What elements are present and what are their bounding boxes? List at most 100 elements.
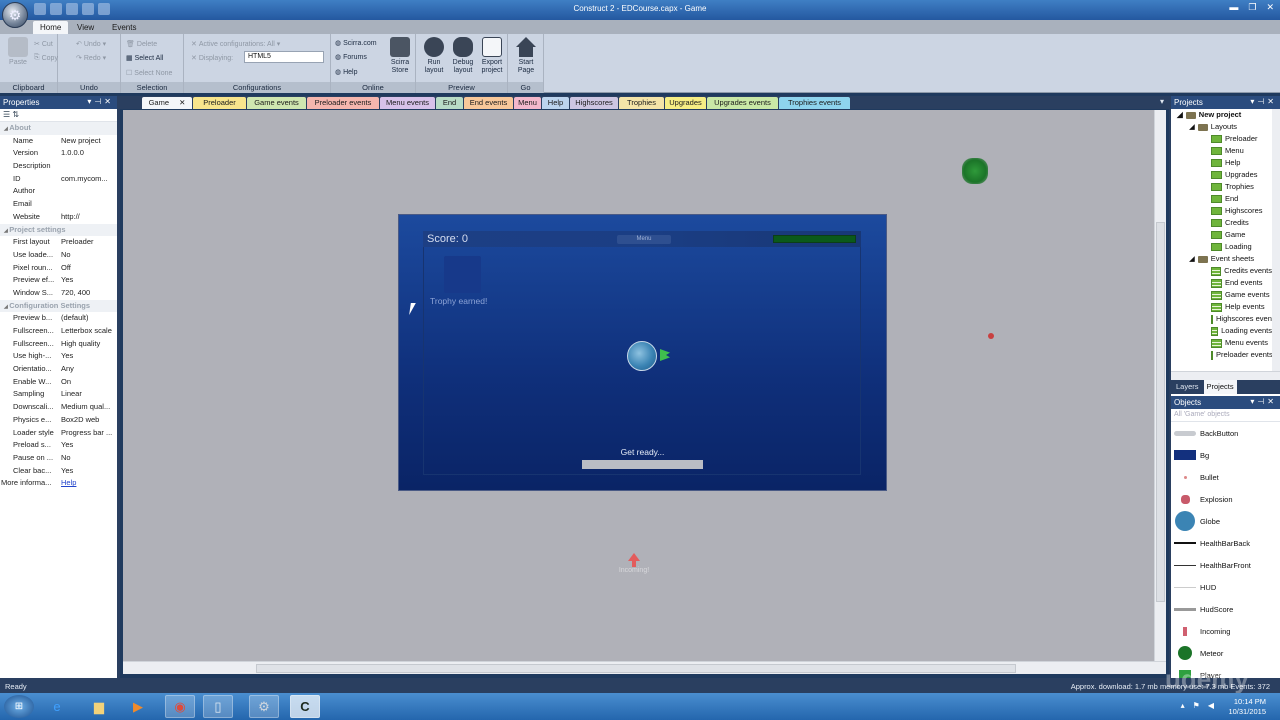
tab-projects[interactable]: Projects [1203,380,1237,394]
tab-preloader[interactable]: Preloader [193,97,246,109]
property-value[interactable]: com.mycom... [61,173,117,186]
incoming-sprite[interactable]: Incoming! [614,553,654,574]
close-icon[interactable]: ✕ [1266,2,1274,13]
property-category[interactable]: About [0,122,117,135]
property-row[interactable]: Preload s... Yes [0,439,117,452]
close-icon[interactable]: ✕ [104,97,114,106]
tree-event-sheet-item[interactable]: Help events [1171,301,1272,313]
property-row[interactable]: Email [0,198,117,211]
tab-game-events[interactable]: Game events [247,97,306,109]
property-value[interactable]: No [61,249,117,262]
property-row[interactable]: Use high-... Yes [0,350,117,363]
property-row[interactable]: Preview b... (default) [0,312,117,325]
tray-expand-icon[interactable]: ▴ [1181,701,1185,710]
property-value[interactable]: Yes [61,350,117,363]
tree-layout-item[interactable]: Loading [1171,241,1272,253]
property-value[interactable]: (default) [61,312,117,325]
tree-layout-item[interactable]: Preloader [1171,133,1272,145]
tree-folder-event-sheets[interactable]: ◢ Event sheets [1171,253,1272,265]
tab-layers[interactable]: Layers [1173,380,1202,394]
globe-sprite[interactable] [627,341,657,371]
property-category[interactable]: Project settings [0,223,117,237]
categorized-icon[interactable]: ☰ [3,110,10,119]
tab-trophies[interactable]: Trophies [619,97,664,109]
property-value[interactable]: Preloader [61,236,117,249]
property-row[interactable]: Description [0,160,117,173]
tab-trophies-events[interactable]: Trophies events [779,97,850,109]
help-link[interactable]: ◍ Help [335,68,358,77]
objects-filter-input[interactable]: All 'Game' objects [1171,409,1280,422]
property-row[interactable]: Clear bac... Yes [0,465,117,478]
object-item[interactable]: Meteor [1171,642,1280,664]
expand-icon[interactable]: ◢ [1177,109,1183,121]
property-row[interactable]: Sampling Linear [0,388,117,401]
property-value[interactable]: Medium qual... [61,401,117,414]
tab-upgrades-events[interactable]: Upgrades events [707,97,778,109]
property-value[interactable]: New project [61,135,117,148]
tree-event-sheet-item[interactable]: Menu events [1171,337,1272,349]
property-row[interactable]: Pixel roun... Off [0,262,117,275]
object-item[interactable]: HudScore [1171,598,1280,620]
tab-list-chevron-icon[interactable]: ▾ [1160,97,1164,106]
tree-layout-item[interactable]: Help [1171,157,1272,169]
property-value[interactable]: Yes [61,274,117,287]
tree-event-sheet-item[interactable]: End events [1171,277,1272,289]
object-item[interactable]: HUD [1171,576,1280,598]
ribbon-tab-view[interactable]: View [70,21,101,34]
tree-layout-item[interactable]: Menu [1171,145,1272,157]
property-value[interactable]: Yes [61,465,117,478]
property-row[interactable]: Physics e... Box2D web [0,414,117,427]
property-row[interactable]: Enable W... On [0,376,117,389]
ribbon-tab-home[interactable]: Home [33,21,69,34]
scroll-thumb[interactable] [1156,222,1165,602]
tree-folder-layouts[interactable]: ◢ Layouts [1171,121,1272,133]
tab-menu-events[interactable]: Menu events [380,97,435,109]
tree-event-sheet-item[interactable]: Preloader events [1171,349,1272,361]
property-value[interactable]: No [61,452,117,465]
restore-icon[interactable]: ❐ [1248,2,1256,13]
property-row[interactable]: Version 1.0.0.0 [0,147,117,160]
tab-upgrades[interactable]: Upgrades [665,97,706,109]
pin-icon[interactable]: ⊣ [1257,397,1267,406]
flag-icon[interactable]: ⚑ [1193,701,1200,710]
ie-icon[interactable]: e [42,695,72,718]
start-button[interactable]: ⊞ [4,695,34,718]
property-row[interactable]: Fullscreen... Letterbox scale [0,325,117,338]
game-menu-button[interactable]: Menu [617,235,671,244]
cut-button[interactable]: ✂ Cut [34,40,53,49]
object-item[interactable]: Explosion [1171,488,1280,510]
ribbon-tab-events[interactable]: Events [105,21,143,34]
forums-link[interactable]: ◍ Forums [335,53,367,62]
object-item[interactable]: BackButton [1171,422,1280,444]
settings-gear-icon[interactable]: ⚙ [249,695,279,718]
explorer-icon[interactable]: ▆ [84,695,114,718]
property-row[interactable]: Pause on ... No [0,452,117,465]
tree-layout-item[interactable]: Trophies [1171,181,1272,193]
select-all-button[interactable]: ▦ Select All [126,54,163,63]
property-value[interactable]: 720, 400 [61,287,117,300]
property-row[interactable]: Window S... 720, 400 [0,287,117,300]
tree-layout-item[interactable]: End [1171,193,1272,205]
tree-horizontal-scrollbar[interactable] [1171,371,1280,380]
meteor-sprite[interactable] [962,158,988,184]
scirra-link[interactable]: ◍ Scirra.com [335,39,377,48]
tree-event-sheet-item[interactable]: Highscores events [1171,313,1272,325]
close-tab-icon[interactable]: ✕ [177,98,185,107]
help-link[interactable]: Help [61,477,117,490]
property-row[interactable]: Name New project [0,135,117,148]
property-row[interactable]: Author [0,185,117,198]
object-item[interactable]: HealthBarFront [1171,554,1280,576]
delete-button[interactable]: 🗑 Delete [126,40,157,49]
property-row[interactable]: Website http:// [0,211,117,224]
close-icon[interactable]: ✕ [1267,397,1277,406]
property-row[interactable]: Use loade... No [0,249,117,262]
tree-layout-item[interactable]: Game [1171,229,1272,241]
app-menu-button[interactable]: ⚙ [2,2,28,28]
construct2-icon[interactable]: C [290,695,320,718]
tree-root[interactable]: ◢ New project [1171,109,1272,121]
property-row[interactable]: Preview ef... Yes [0,274,117,287]
tree-event-sheet-item[interactable]: Credits events [1171,265,1272,277]
tab-end-events[interactable]: End events [464,97,513,109]
property-row[interactable]: Downscali... Medium qual... [0,401,117,414]
tree-layout-item[interactable]: Highscores [1171,205,1272,217]
